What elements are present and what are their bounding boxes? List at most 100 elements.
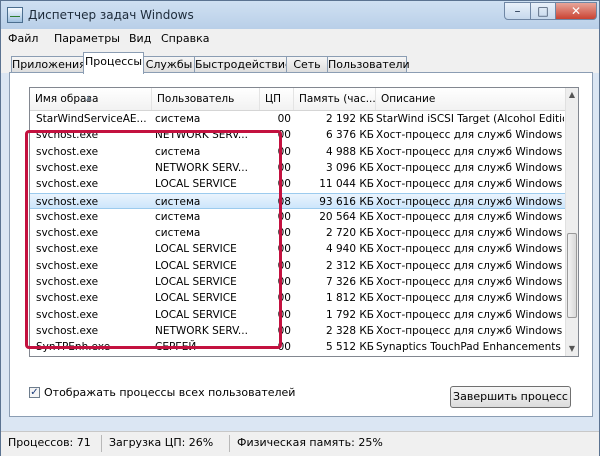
status-memory: Физическая память: 25% — [237, 436, 383, 449]
process-name: StarWindServiceAE... — [36, 113, 147, 125]
show-all-users-checkbox[interactable]: ✓ — [29, 387, 40, 398]
tab-applications[interactable]: Приложения — [11, 56, 86, 73]
column-description[interactable]: Описание — [376, 88, 565, 110]
process-description: Synaptics TouchPad Enhancements — [376, 341, 561, 354]
process-row[interactable]: svchost.exe LOCAL SERVICE 00 1 792 КБ Хост-п… — [30, 307, 565, 323]
process-description: Хост-процесс для служб Windows — [376, 276, 563, 288]
process-row[interactable]: svchost.exe LOCAL SERVICE 00 2 312 КБ Хост-п… — [30, 258, 565, 274]
process-description: Хост-процесс для служб Windows — [376, 227, 563, 240]
process-cpu: 00 — [277, 243, 291, 256]
process-cpu: 00 — [277, 129, 291, 142]
process-user: система — [155, 227, 201, 240]
process-cpu: 00 — [277, 308, 291, 321]
column-memory[interactable]: Память (час... — [294, 88, 376, 110]
process-name: svchost.exe — [36, 210, 99, 223]
process-description: Хост-процесс для служб Windows — [376, 129, 563, 142]
process-user: LOCAL SERVICE — [155, 243, 237, 256]
process-row[interactable]: svchost.exe NETWORK SERV... 00 3 096 КБ Хост… — [30, 160, 565, 176]
column-user[interactable]: Пользователь — [152, 88, 260, 110]
process-memory: 93 616 КБ — [319, 195, 374, 208]
process-name: svchost.exe — [36, 292, 99, 305]
process-row[interactable]: svchost.exe NETWORK SERV... 00 2 328 КБ Хост… — [30, 323, 565, 339]
menu-options[interactable]: Параметры — [54, 32, 120, 45]
window-title: Диспетчер задач Windows — [28, 8, 194, 22]
vertical-scrollbar[interactable]: ▲ ▼ — [565, 88, 578, 356]
process-row[interactable]: svchost.exe LOCAL SERVICE 00 4 940 КБ Хост-п… — [30, 241, 565, 257]
tab-services[interactable]: Службы — [143, 56, 195, 73]
title-bar[interactable]: Диспетчер задач Windows – □ ✕ — [1, 1, 599, 29]
process-description: StarWind iSCSI Target (Alcohol Edition) — [376, 113, 564, 125]
tab-processes[interactable]: Процессы — [83, 52, 144, 74]
tab-network[interactable]: Сеть — [286, 56, 328, 73]
process-description: Хост-процесс для служб Windows — [376, 324, 563, 337]
process-description: Хост-процесс для служб Windows — [376, 178, 563, 191]
process-memory: 2 720 КБ — [325, 227, 374, 240]
process-user: СЕРГЕЙ — [155, 341, 197, 354]
menu-view[interactable]: Вид — [129, 32, 151, 45]
process-name: svchost.exe — [36, 308, 99, 321]
scrollbar-thumb[interactable] — [567, 233, 577, 318]
process-user: LOCAL SERVICE — [155, 308, 237, 321]
scroll-down-icon[interactable]: ▼ — [566, 342, 578, 356]
show-all-users-option[interactable]: ✓ Отображать процессы всех пользователей — [29, 386, 295, 399]
process-name: svchost.exe — [36, 145, 99, 158]
process-memory: 1 812 КБ — [325, 292, 374, 305]
status-divider — [101, 435, 102, 452]
process-row[interactable]: StarWindServiceAE... система 00 2 192 КБ Sta… — [30, 111, 565, 127]
process-description: Хост-процесс для служб Windows — [376, 243, 563, 256]
menu-help[interactable]: Справка — [161, 32, 209, 45]
end-process-button[interactable]: Завершить процесс — [450, 386, 571, 408]
status-processes: Процессов: 71 — [8, 436, 91, 449]
process-row[interactable]: svchost.exe LOCAL SERVICE 00 7 326 КБ Хост-п… — [30, 274, 565, 290]
process-cpu: 00 — [277, 178, 291, 191]
status-cpu: Загрузка ЦП: 26% — [109, 436, 214, 449]
process-user: LOCAL SERVICE — [155, 276, 237, 288]
process-row[interactable]: svchost.exe система 00 20 564 КБ Хост-процес… — [30, 209, 565, 225]
process-cpu: 00 — [277, 227, 291, 240]
process-name: SynTPEnh.exe — [36, 341, 111, 354]
status-bar: Процессов: 71 Загрузка ЦП: 26% Физическа… — [1, 431, 599, 456]
process-memory: 3 096 КБ — [325, 161, 374, 174]
minimize-button[interactable]: – — [504, 2, 531, 20]
process-cpu: 00 — [277, 324, 291, 337]
process-cpu: 00 — [277, 145, 291, 158]
process-row[interactable]: svchost.exe система 00 4 988 КБ Хост-процесс… — [30, 144, 565, 160]
maximize-button[interactable]: □ — [530, 2, 556, 20]
process-row[interactable]: svchost.exe система 08 93 616 КБ Хост-процес… — [30, 192, 565, 209]
task-manager-window: Диспетчер задач Windows – □ ✕ Файл Парам… — [0, 0, 600, 456]
process-name: svchost.exe — [36, 243, 99, 256]
process-memory: 2 192 КБ — [325, 113, 374, 125]
column-cpu[interactable]: ЦП — [260, 88, 294, 110]
column-image-name[interactable]: ▲ Имя образа — [30, 88, 152, 110]
tab-users[interactable]: Пользователи — [327, 56, 410, 73]
process-row[interactable]: svchost.exe LOCAL SERVICE 00 11 044 КБ Хост-… — [30, 176, 565, 192]
process-row[interactable]: SynTPEnh.exe СЕРГЕЙ 00 5 512 КБ Synaptics To… — [30, 339, 565, 355]
process-user: NETWORK SERV... — [155, 129, 248, 142]
process-user: LOCAL SERVICE — [155, 259, 237, 272]
process-description: Хост-процесс для служб Windows — [376, 161, 563, 174]
scroll-up-icon[interactable]: ▲ — [566, 88, 578, 102]
process-cpu: 00 — [277, 113, 291, 125]
menu-bar: Файл Параметры Вид Справка — [1, 29, 599, 49]
process-cpu: 00 — [277, 259, 291, 272]
process-memory: 7 326 КБ — [325, 276, 374, 288]
process-row[interactable]: svchost.exe LOCAL SERVICE 00 1 812 КБ Хост-п… — [30, 290, 565, 306]
process-name: svchost.exe — [36, 227, 99, 240]
process-user: система — [155, 210, 201, 223]
status-divider — [229, 435, 230, 452]
process-user: система — [155, 145, 201, 158]
process-name: svchost.exe — [36, 259, 99, 272]
process-row[interactable]: svchost.exe система 00 2 720 КБ Хост-процесс… — [30, 225, 565, 241]
process-description: Хост-процесс для служб Windows — [376, 210, 563, 223]
process-row[interactable]: svchost.exe NETWORK SERV... 00 6 376 КБ Хост… — [30, 127, 565, 143]
close-button[interactable]: ✕ — [555, 2, 597, 20]
process-list[interactable]: ▲ Имя образа Пользователь ЦП Память (час… — [29, 87, 579, 357]
process-name: svchost.exe — [36, 276, 99, 288]
tab-performance[interactable]: Быстродействие — [194, 56, 292, 73]
process-name: svchost.exe — [36, 178, 99, 191]
menu-file[interactable]: Файл — [8, 32, 38, 45]
process-memory: 11 044 КБ — [319, 178, 374, 191]
process-user: NETWORK SERV... — [155, 324, 248, 337]
process-description: Хост-процесс для служб Windows — [376, 259, 563, 272]
process-name: svchost.exe — [36, 129, 99, 142]
